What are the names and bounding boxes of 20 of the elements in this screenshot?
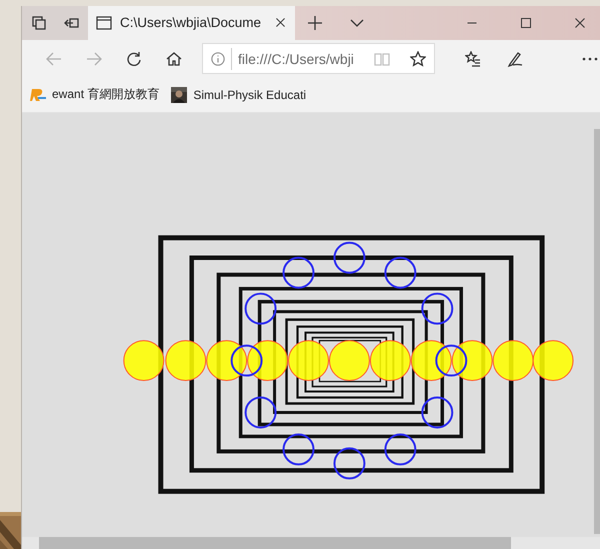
home-icon[interactable] — [166, 50, 182, 67]
bookmark-link[interactable]: Simul-Physik Educati — [171, 86, 306, 103]
info-icon[interactable] — [211, 52, 225, 66]
more-icon[interactable] — [582, 56, 598, 61]
maximize-icon[interactable] — [520, 16, 532, 29]
favorites-list-icon[interactable] — [465, 50, 481, 67]
star-icon[interactable] — [410, 50, 426, 67]
page-icon — [96, 16, 112, 30]
tab-stack-icon[interactable] — [30, 14, 46, 31]
new-tab-icon[interactable] — [307, 14, 323, 31]
bookmark-link[interactable]: ewant 育網開放教育 — [30, 86, 160, 104]
close-icon[interactable] — [574, 16, 586, 29]
close-icon[interactable] — [274, 16, 287, 30]
browser-tab[interactable]: C:\Users\wbjia\Docume — [88, 6, 295, 40]
refresh-icon[interactable] — [126, 50, 142, 67]
scrollbar-thumb[interactable] — [39, 537, 511, 549]
address-field[interactable]: file:///C:/Users/wbji — [202, 43, 435, 74]
scrollbar-thumb[interactable] — [594, 128, 600, 534]
logo-icon — [30, 88, 46, 102]
pen-icon[interactable] — [507, 50, 523, 67]
